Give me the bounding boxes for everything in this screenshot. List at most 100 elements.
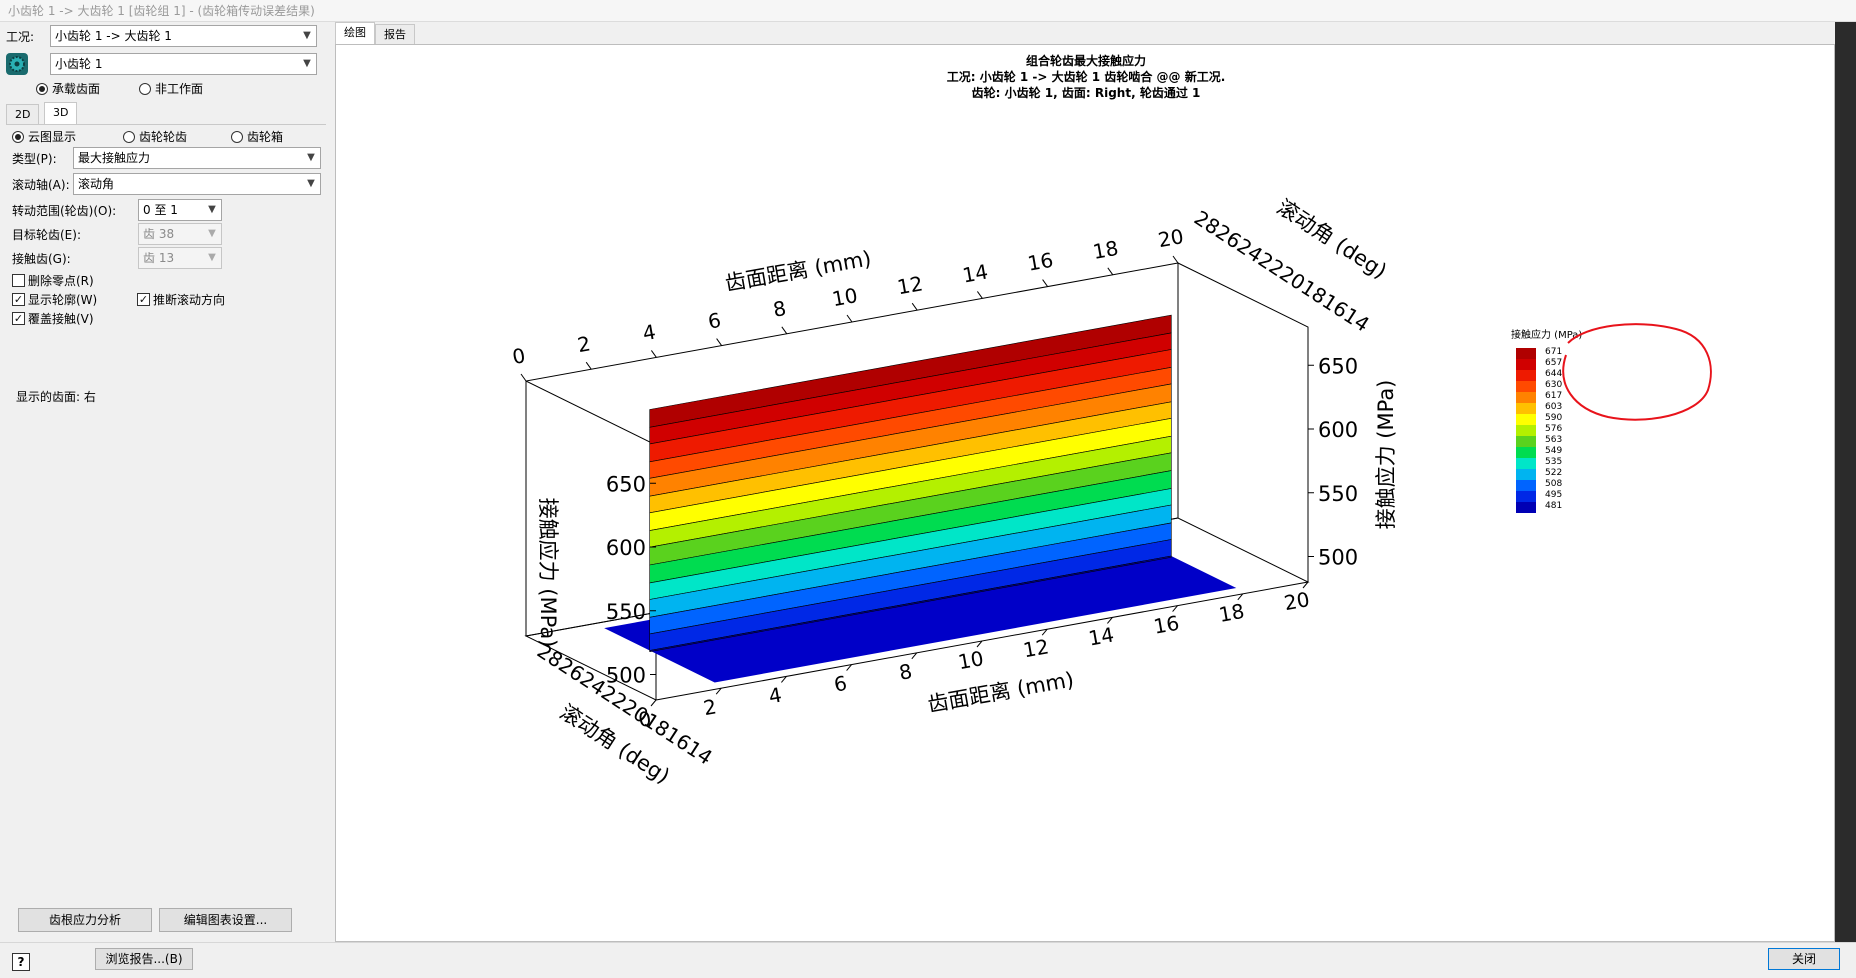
x-tick-label-top: 8: [771, 296, 788, 322]
x-tick-label-front: 18: [1217, 599, 1246, 627]
chevron-down-icon: ▼: [307, 178, 315, 189]
x-tick-top: [976, 291, 983, 299]
tab-3d[interactable]: 3D: [44, 102, 78, 124]
tab-2d[interactable]: 2D: [6, 104, 40, 124]
radio-loaded-flank[interactable]: 承载齿面: [36, 80, 100, 97]
help-icon[interactable]: ?: [12, 953, 30, 971]
roll-axis-select[interactable]: 滚动角 ▼: [73, 173, 321, 195]
legend-swatch: [1516, 414, 1536, 425]
checkbox-cover-contact[interactable]: ✓ 覆盖接触(V): [12, 310, 94, 327]
checkbox-infer-roll-label: 推断滚动方向: [153, 293, 226, 307]
legend-swatch: [1516, 458, 1536, 469]
radio-non-working-flank[interactable]: 非工作面: [139, 80, 203, 97]
z-tick-label-right: 550: [1318, 482, 1358, 506]
contact-stress-chart: 0022446688101012121414161618182020齿面距离 (…: [510, 53, 1712, 788]
checkbox-show-profile[interactable]: ✓ 显示轮廓(W): [12, 291, 97, 308]
shown-flank-text: 显示的齿面: 右: [16, 390, 96, 404]
x-tick-label-front: 4: [767, 683, 784, 709]
contact-tooth-value: 齿 13: [143, 251, 175, 265]
x-tick-top: [520, 373, 527, 382]
x-tick-label-top: 20: [1156, 224, 1185, 252]
gear-select[interactable]: 小齿轮 1 ▼: [50, 53, 317, 75]
tab-report[interactable]: 报告: [375, 24, 415, 44]
legend-swatch: [1516, 392, 1536, 403]
edit-chart-settings-button[interactable]: 编辑图表设置...: [159, 908, 292, 932]
chevron-down-icon: ▼: [208, 228, 216, 239]
legend-swatch: [1516, 359, 1536, 370]
x-tick-label-top: 10: [830, 283, 859, 311]
roll-axis-label: 滚动轴(A):: [12, 178, 70, 192]
type-select[interactable]: 最大接触应力 ▼: [73, 147, 321, 169]
radio-dot-icon: [231, 130, 243, 143]
checkbox-show-profile-label: 显示轮廓(W): [28, 293, 98, 307]
legend-swatch: [1516, 370, 1536, 381]
legend-swatch: [1516, 469, 1536, 480]
x-tick-label-top: 2: [576, 331, 593, 357]
legend-swatch: [1516, 491, 1536, 502]
x-tick-label-front: 2: [702, 694, 719, 720]
checkbox-delete-zero[interactable]: 删除零点(R): [12, 272, 94, 289]
radio-loaded-flank-label: 承载齿面: [52, 82, 101, 96]
chevron-down-icon: ▼: [303, 58, 311, 69]
radio-gearbox[interactable]: 齿轮箱: [231, 128, 283, 145]
color-legend: 接触应力 (MPa)671657644630617603590576563549…: [1511, 328, 1582, 513]
radio-gear-teeth-label: 齿轮轮齿: [139, 130, 188, 144]
x-tick-label-top: 14: [961, 259, 990, 287]
x-tick-top: [650, 350, 657, 358]
z-axis-title-right: 接触应力 (MPa): [1374, 380, 1398, 530]
radio-gear-teeth[interactable]: 齿轮轮齿: [123, 128, 187, 145]
x-tick-top: [1042, 279, 1049, 287]
z-tick-label-left: 600: [606, 536, 646, 560]
y-tick-labels-top: 2826242220181614: [1190, 206, 1374, 337]
legend-label: 495: [1545, 490, 1562, 500]
z-tick-label-right: 600: [1318, 418, 1358, 442]
settings-panel: 工况: 小齿轮 1 -> 大齿轮 1 ▼ 小齿轮 1 ▼ 承载齿面 非工作面 2…: [0, 22, 330, 942]
legend-label: 508: [1545, 479, 1562, 489]
legend-label: 617: [1545, 391, 1562, 401]
x-tick-label-top: 16: [1026, 248, 1055, 276]
legend-swatch: [1516, 348, 1536, 359]
x-tick-label-front: 6: [832, 671, 849, 697]
chart-subtitle-1: 工况: 小齿轮 1 -> 大齿轮 1 齿轮啮合 @@ 新工况.: [947, 69, 1226, 84]
chart-area: 0 0 2 2 4 4 6 6 8 8 10 10 12 12 14 14 16 16 18 18 20 20 齿面距离 (…: [335, 44, 1835, 942]
x-tick-label-front: 12: [1021, 634, 1050, 662]
x-tick-label-front: 20: [1282, 587, 1311, 615]
contact-tooth-select[interactable]: 齿 13 ▼: [138, 247, 222, 269]
right-scrollbar[interactable]: [1835, 22, 1856, 942]
checkbox-delete-zero-label: 删除零点(R): [28, 274, 94, 288]
x-tick-top: [1107, 267, 1114, 276]
legend-swatch: [1516, 447, 1536, 458]
tab-divider: [6, 124, 326, 125]
tab-plot[interactable]: 绘图: [335, 22, 375, 44]
x-tick-label-front: 16: [1152, 611, 1181, 639]
x-tick-front: [650, 699, 657, 707]
close-button[interactable]: 关闭: [1768, 948, 1840, 970]
checkmark-icon: ✓: [137, 293, 150, 306]
x-tick-top: [1172, 255, 1179, 264]
condition-select-value: 小齿轮 1 -> 大齿轮 1: [55, 29, 172, 43]
target-tooth-select[interactable]: 齿 38 ▼: [138, 223, 222, 245]
z-tick-label-left: 550: [606, 600, 646, 624]
browse-report-button[interactable]: 浏览报告...(B): [95, 948, 193, 970]
z-tick-label-left: 650: [606, 472, 646, 496]
x-tick-label-top: 0: [510, 343, 527, 369]
checkbox-infer-roll-direction[interactable]: ✓ 推断滚动方向: [137, 291, 225, 308]
root-stress-analysis-button[interactable]: 齿根应力分析: [18, 908, 152, 932]
annotation-circle: [1562, 323, 1712, 421]
radio-dot-icon: [123, 130, 135, 143]
checkmark-icon: ✓: [12, 312, 25, 325]
radio-contour-display[interactable]: 云图显示: [12, 128, 76, 145]
right-wall-edge: [1177, 262, 1309, 582]
condition-select[interactable]: 小齿轮 1 -> 大齿轮 1 ▼: [50, 25, 317, 47]
radio-contour-label: 云图显示: [28, 130, 77, 144]
radio-dot-icon: [12, 130, 24, 143]
condition-label: 工况:: [6, 30, 35, 44]
legend-label: 644: [1545, 369, 1562, 379]
checkbox-icon: [12, 274, 25, 287]
radio-dot-icon: [139, 82, 151, 95]
rotation-range-select[interactable]: 0 至 1 ▼: [138, 199, 222, 221]
gear-select-value: 小齿轮 1: [55, 57, 103, 71]
legend-swatch: [1516, 381, 1536, 392]
type-select-value: 最大接触应力: [78, 151, 151, 165]
x-tick-label-top: 18: [1091, 236, 1120, 264]
